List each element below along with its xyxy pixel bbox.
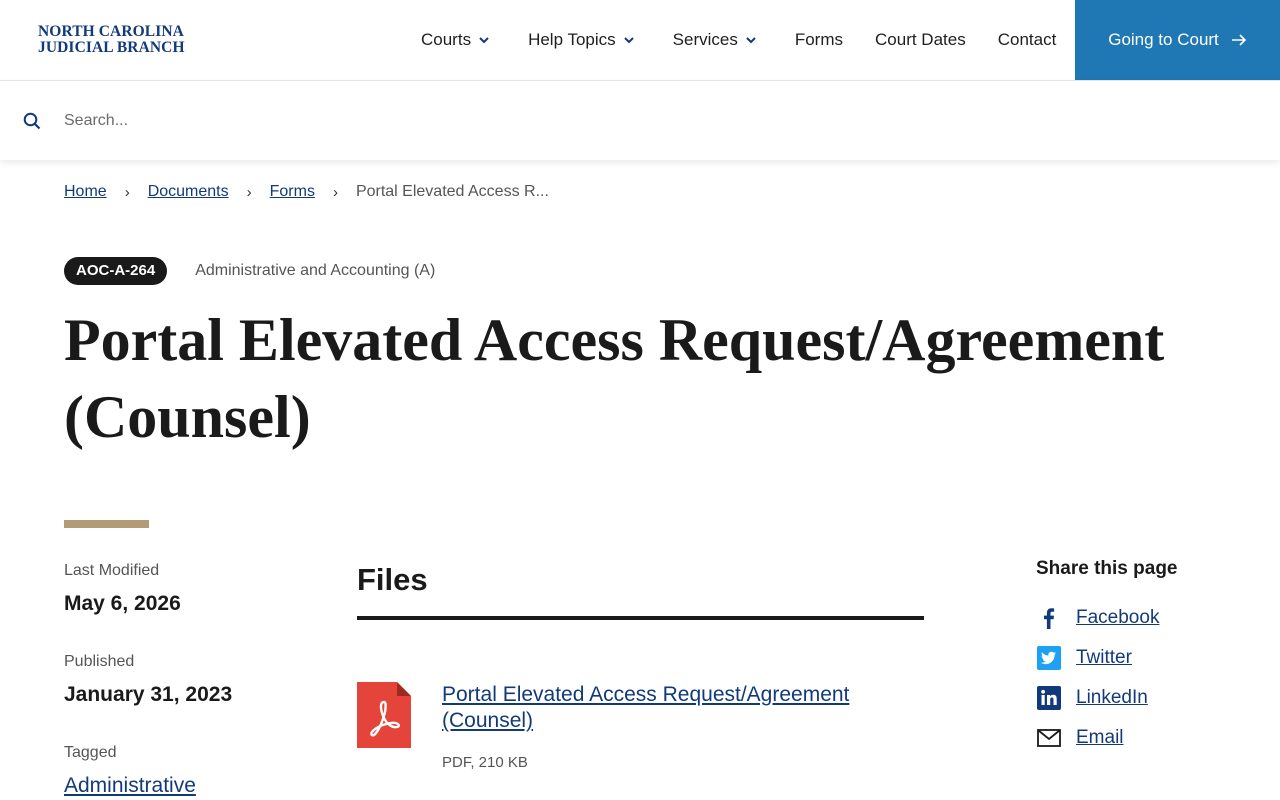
nav-help-topics-label: Help Topics [528,30,616,49]
breadcrumb-separator-icon: › [332,183,338,201]
nav-court-dates[interactable]: Court Dates [875,30,966,50]
files-section: Files Portal Elevated Access Request/Agr… [357,560,924,782]
page-title: Portal Elevated Access Request/Agreement… [64,307,1165,450]
file-download-link[interactable]: Portal Elevated Access Request/Agreement… [442,682,912,734]
nav-services[interactable]: Services [673,30,758,50]
logo-line-1: NORTH CAROLINA [38,23,184,40]
share-linkedin[interactable]: LinkedIn [1036,678,1256,718]
arrow-right-icon [1231,34,1246,46]
document-tag-row: AOC-A-264 Administrative and Accounting … [64,257,435,285]
tagged-label: Tagged [64,744,117,761]
nav-services-label: Services [672,30,738,49]
published-label: Published [64,653,135,670]
share-linkedin-label: LinkedIn [1076,687,1148,708]
published-value: January 31, 2023 [64,683,233,706]
nav-help-topics[interactable]: Help Topics [528,30,636,50]
share-twitter-label: Twitter [1076,647,1132,668]
search-icon[interactable] [23,112,41,130]
breadcrumb-separator-icon: › [124,183,130,201]
email-icon [1037,729,1061,747]
breadcrumb-home[interactable]: Home [64,183,107,201]
site-logo[interactable]: NORTH CAROLINA JUDICIAL BRANCH [38,24,188,56]
nav-forms[interactable]: Forms [795,30,843,50]
files-divider [357,616,924,620]
chevron-down-icon [746,37,756,44]
share-facebook-label: Facebook [1076,607,1160,628]
form-category: Administrative and Accounting (A) [195,262,436,279]
chevron-down-icon [479,37,489,44]
search-bar [0,80,1280,160]
main-nav: Courts Help Topics Services Forms Court … [421,0,1056,80]
last-modified-label: Last Modified [64,562,160,579]
share-title: Share this page [1036,558,1178,579]
file-item: Portal Elevated Access Request/Agreement… [357,682,924,782]
share-twitter[interactable]: Twitter [1036,638,1256,678]
nav-courts-label: Courts [421,30,472,49]
pdf-icon [357,682,411,748]
breadcrumb-documents[interactable]: Documents [148,183,229,201]
facebook-icon [1044,608,1055,629]
share-email-label: Email [1076,727,1124,748]
document-meta: Last Modified May 6, 2026 Published Janu… [64,562,314,798]
share-facebook[interactable]: Facebook [1036,598,1256,638]
accent-divider [64,520,149,528]
last-modified-value: May 6, 2026 [64,592,181,615]
site-header: NORTH CAROLINA JUDICIAL BRANCH Courts He… [0,0,1280,80]
going-to-court-label: Going to Court [1108,30,1219,49]
files-heading: Files [357,562,428,597]
breadcrumb-current: Portal Elevated Access R... [355,183,549,200]
breadcrumb: Home › Documents › Forms › Portal Elevat… [64,183,549,201]
linkedin-icon [1037,686,1061,710]
breadcrumb-forms[interactable]: Forms [270,183,315,201]
going-to-court-button[interactable]: Going to Court [1075,0,1280,80]
tag-link-administrative[interactable]: Administrative [64,774,314,798]
share-email[interactable]: Email [1036,718,1256,758]
nav-courts[interactable]: Courts [421,30,491,50]
twitter-icon [1037,646,1061,670]
logo-line-2: JUDICIAL BRANCH [38,39,185,56]
search-input[interactable] [64,107,1244,135]
form-code-badge: AOC-A-264 [64,257,168,285]
breadcrumb-separator-icon: › [246,183,252,201]
share-panel: Share this page Facebook Twitter LinkedI… [1036,558,1256,758]
chevron-down-icon [623,37,634,44]
nav-contact[interactable]: Contact [998,30,1057,50]
file-info: PDF, 210 KB [442,754,528,771]
